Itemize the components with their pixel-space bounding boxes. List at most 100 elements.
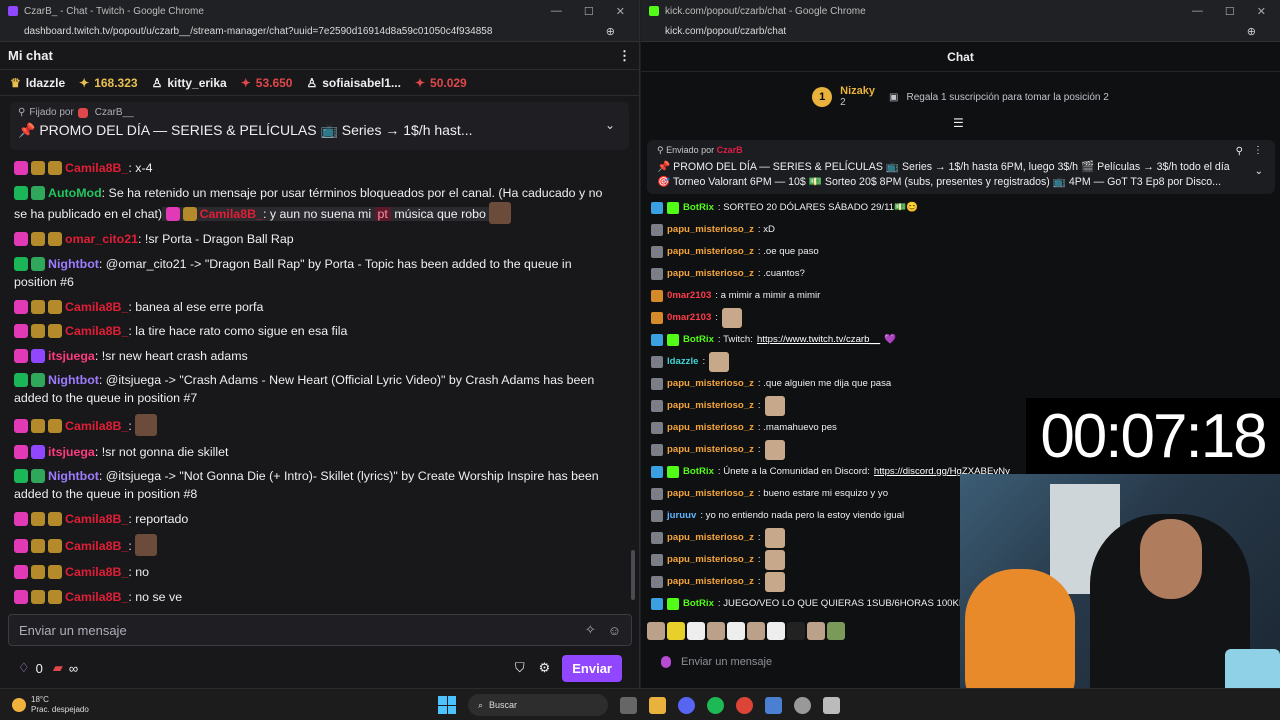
cheer-icon[interactable]: ✧ xyxy=(585,622,596,638)
task-view-icon[interactable] xyxy=(620,696,637,714)
chat-username[interactable]: Camila8B_ xyxy=(65,419,128,433)
zoom-icon[interactable]: ⊕ xyxy=(606,25,615,38)
kick-username[interactable]: BotRix xyxy=(683,202,714,214)
minimize-icon[interactable]: — xyxy=(1192,5,1203,18)
chat-username[interactable]: itsjuega xyxy=(48,349,95,363)
discord-icon[interactable] xyxy=(678,696,695,714)
emote-icon[interactable] xyxy=(827,622,845,640)
settings-gear-icon[interactable]: ⚙ xyxy=(539,660,551,676)
minimize-icon[interactable]: — xyxy=(551,5,562,18)
chat-message: Camila8B_: banea al ese erre porfa xyxy=(14,294,616,319)
obs-icon[interactable] xyxy=(794,696,811,714)
pinned-message[interactable]: ⚲ Fijado por CzarB__ 📌 PROMO DEL DÍA — S… xyxy=(10,102,629,150)
heart-badge-icon xyxy=(14,589,28,604)
kick-pinned-line-1: 📌 PROMO DEL DÍA — SERIES & PELÍCULAS 📺 S… xyxy=(657,161,1230,173)
chrome-icon[interactable] xyxy=(736,696,753,714)
left-url-bar[interactable]: dashboard.twitch.tv/popout/u/czarb__/str… xyxy=(0,22,639,42)
collapse-menu-icon[interactable]: ☰ xyxy=(953,116,964,130)
weather-widget[interactable]: 18°C Prac. despejado xyxy=(0,695,89,715)
kick-username[interactable]: papu_misterioso_z xyxy=(667,488,754,500)
zoom-icon[interactable]: ⊕ xyxy=(1247,25,1256,38)
leaderboard-user-3[interactable]: ♙ sofiaisabel1... xyxy=(306,76,400,90)
chat-username[interactable]: Camila8B_ xyxy=(65,590,128,604)
kick-username[interactable]: BotRix xyxy=(683,334,714,346)
emote-icon[interactable] xyxy=(707,622,725,640)
leaderboard-user-1[interactable]: ♛ ldazzle xyxy=(10,76,65,90)
kick-username[interactable]: BotRix xyxy=(683,466,714,478)
notepad-icon[interactable] xyxy=(765,696,782,714)
chat-username[interactable]: Camila8B_ xyxy=(65,565,128,579)
more-options-icon[interactable]: ⋮ xyxy=(618,48,631,64)
kick-pinned-message[interactable]: ⚲ Enviado por CzarB 📌 PROMO DEL DÍA — SE… xyxy=(647,140,1275,194)
spotify-icon[interactable] xyxy=(707,696,724,714)
kick-chevron-down-icon[interactable]: ⌄ xyxy=(1255,166,1263,177)
kick-username[interactable]: 0mar2103 xyxy=(667,290,711,302)
taskbar-search[interactable]: ⌕ Buscar xyxy=(468,694,608,716)
maximize-icon[interactable]: ☐ xyxy=(584,5,594,18)
file-explorer-icon[interactable] xyxy=(649,696,666,714)
emote-icon[interactable] xyxy=(747,622,765,640)
message-input[interactable]: Enviar un mensaje ✧ ☺ xyxy=(8,614,632,646)
maximize-icon[interactable]: ☐ xyxy=(1225,5,1235,18)
calculator-icon[interactable] xyxy=(823,696,840,714)
kick-username[interactable]: papu_misterioso_z xyxy=(667,224,754,236)
kick-username[interactable]: papu_misterioso_z xyxy=(667,400,754,412)
kick-username[interactable]: 0mar2103 xyxy=(667,312,711,324)
close-icon[interactable]: ✕ xyxy=(616,5,625,18)
verified-badge-icon xyxy=(667,598,679,610)
chat-username[interactable]: Nightbot xyxy=(48,373,99,387)
chat-text: : !sr new heart crash adams xyxy=(94,348,248,363)
kick-username[interactable]: papu_misterioso_z xyxy=(667,532,754,544)
emote-icon[interactable] xyxy=(807,622,825,640)
right-url-bar[interactable]: kick.com/popout/czarb/chat ⊕ xyxy=(641,22,1280,42)
chat-message: AutoMod: Se ha retenido un mensaje por u… xyxy=(14,181,616,228)
chat-username[interactable]: Camila8B_ xyxy=(65,324,128,338)
unpin-icon[interactable]: ⚲ xyxy=(1236,146,1243,157)
emote-icon[interactable] xyxy=(767,622,785,640)
chat-username[interactable]: AutoMod xyxy=(48,186,102,200)
emote-icon[interactable] xyxy=(787,622,805,640)
emote-icon[interactable] xyxy=(727,622,745,640)
sub-badge-icon xyxy=(182,206,197,221)
kick-username[interactable]: BotRix xyxy=(683,598,714,610)
held-text-2: música que robo xyxy=(390,206,490,221)
kick-username[interactable]: papu_misterioso_z xyxy=(667,444,754,456)
channel-points-icon[interactable]: ♢ xyxy=(18,660,30,676)
verified-badge-icon xyxy=(667,202,679,214)
kick-username[interactable]: ldazzle xyxy=(667,356,698,368)
bot-badge-icon xyxy=(31,257,45,272)
emote-icon[interactable] xyxy=(647,622,665,640)
emote-icon[interactable] xyxy=(687,622,705,640)
chat-username[interactable]: Camila8B_ xyxy=(65,161,128,175)
chat-username[interactable]: itsjuega xyxy=(48,445,95,459)
chat-link[interactable]: https://www.twitch.tv/czarb__ xyxy=(757,334,880,346)
kick-pinned-more-icon[interactable]: ⋮ xyxy=(1253,145,1263,156)
kick-username[interactable]: papu_misterioso_z xyxy=(667,554,754,566)
shield-icon[interactable]: ⛉ xyxy=(515,660,525,676)
chat-username[interactable]: Nightbot xyxy=(48,257,99,271)
chat-username[interactable]: Nightbot xyxy=(48,469,99,483)
emote-icon[interactable] xyxy=(667,622,685,640)
kick-username[interactable]: papu_misterioso_z xyxy=(667,268,754,280)
microphone-icon[interactable] xyxy=(661,656,671,668)
close-icon[interactable]: ✕ xyxy=(1257,5,1266,18)
chat-username[interactable]: Camila8B_ xyxy=(65,300,128,314)
kick-username[interactable]: papu_misterioso_z xyxy=(667,246,754,258)
held-username[interactable]: Camila8B_ xyxy=(200,207,263,221)
kick-username[interactable]: papu_misterioso_z xyxy=(667,378,754,390)
kick-username[interactable]: juruuv xyxy=(667,510,696,522)
kick-username[interactable]: papu_misterioso_z xyxy=(667,422,754,434)
broadcaster-badge-icon xyxy=(77,107,88,118)
send-button[interactable]: Enviar xyxy=(562,654,622,682)
points-count: 0 xyxy=(35,660,43,676)
leaderboard-user-2[interactable]: ♙ kitty_erika xyxy=(152,76,227,90)
chat-scrollbar[interactable] xyxy=(631,550,635,600)
kick-username[interactable]: papu_misterioso_z xyxy=(667,576,754,588)
chat-username[interactable]: Camila8B_ xyxy=(65,512,128,526)
kick-text: : xyxy=(757,576,761,587)
chevron-down-icon[interactable]: ⌄ xyxy=(605,118,615,132)
chat-username[interactable]: Camila8B_ xyxy=(65,539,128,553)
chat-username[interactable]: omar_cito21 xyxy=(65,232,138,246)
windows-start-icon[interactable] xyxy=(438,696,456,714)
emote-picker-icon[interactable]: ☺ xyxy=(608,623,621,638)
